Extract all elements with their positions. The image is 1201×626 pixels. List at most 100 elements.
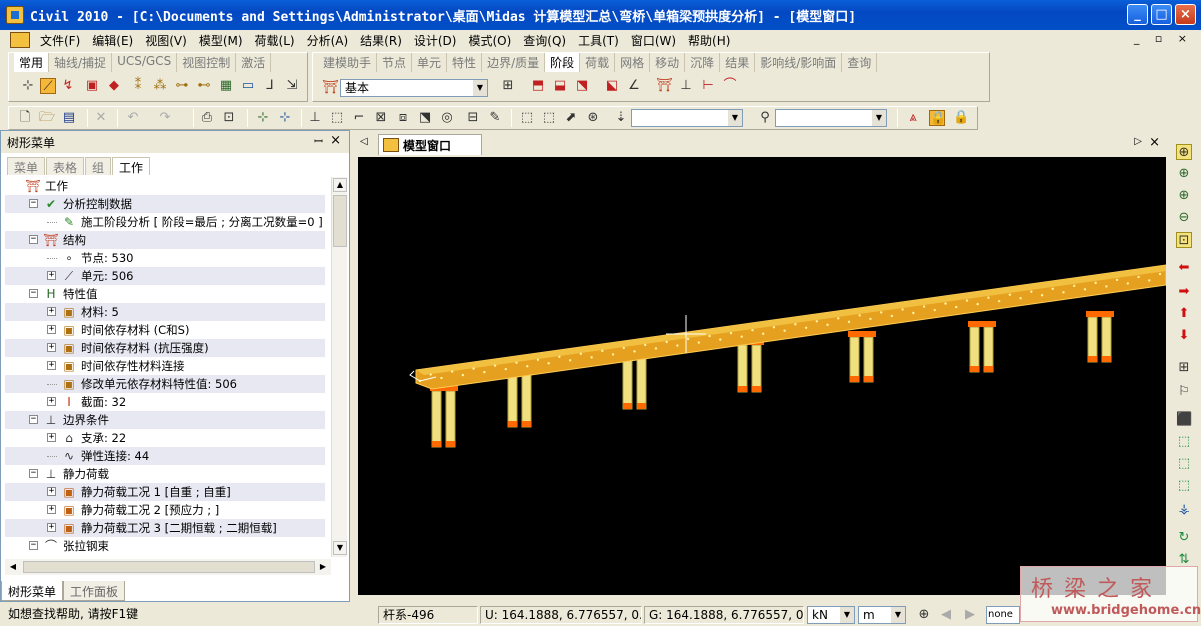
- tab-element[interactable]: 单元: [412, 53, 448, 72]
- expand-toggle-icon[interactable]: +: [47, 271, 56, 280]
- select-single-icon[interactable]: ⊹: [255, 110, 271, 126]
- zoom-icon[interactable]: ⊟: [465, 110, 481, 126]
- tree-node[interactable]: + ▣ 时间依存材料 (C和S): [5, 321, 325, 339]
- tree-node[interactable]: ⛩ 工作: [5, 177, 325, 195]
- stage-boundary-icon[interactable]: ⊥: [678, 78, 694, 94]
- pointer-icon[interactable]: ⇣: [613, 110, 629, 126]
- tab-view-control[interactable]: 视图控制: [177, 53, 237, 72]
- pan-up-icon[interactable]: ⬆: [1176, 306, 1192, 322]
- tree-node[interactable]: + ▣ 材料: 5: [5, 303, 325, 321]
- flag-icon[interactable]: ⚐: [1176, 384, 1192, 400]
- hidden-icon[interactable]: ⊷: [196, 78, 212, 94]
- shrink-icon[interactable]: ⊶: [174, 78, 190, 94]
- stage-next-icon[interactable]: ⬔: [574, 78, 590, 94]
- close-icon[interactable]: ×: [1149, 135, 1160, 150]
- scroll-left-icon[interactable]: ◀: [6, 560, 20, 574]
- tab-activate[interactable]: 激活: [236, 53, 272, 72]
- pin-icon[interactable]: ꟷ: [314, 134, 323, 149]
- tab-stage[interactable]: 阶段: [545, 53, 581, 72]
- node-number-icon[interactable]: ⁑: [130, 78, 146, 94]
- mdi-controls[interactable]: _ ▫ ×: [1134, 32, 1193, 45]
- monitor-icon[interactable]: ▭: [240, 78, 256, 94]
- next-icon[interactable]: ▶: [962, 607, 978, 623]
- select-plane-icon[interactable]: ⬈: [563, 110, 579, 126]
- expand-toggle-icon[interactable]: +: [47, 343, 56, 352]
- view-back-cube-icon[interactable]: ⬚: [1176, 434, 1192, 450]
- expand-toggle-icon[interactable]: −: [29, 235, 38, 244]
- stage-combo[interactable]: 基本 ▼: [340, 79, 488, 97]
- expand-toggle-icon[interactable]: +: [47, 361, 56, 370]
- tree-node[interactable]: ✎ 施工阶段分析 [ 阶段=最后 ; 分离工况数量=0 ]: [5, 213, 325, 231]
- print-preview-icon[interactable]: ⊡: [221, 110, 237, 126]
- node-combo[interactable]: ▼: [775, 109, 887, 127]
- scroll-down-icon[interactable]: ▼: [333, 541, 347, 555]
- tree-node[interactable]: − ⊥ 边界条件: [5, 411, 325, 429]
- tab-influence[interactable]: 影响线/影响面: [755, 53, 843, 72]
- prev-icon[interactable]: ◀: [938, 607, 954, 623]
- expand-toggle-icon[interactable]: −: [29, 415, 38, 424]
- tree-node[interactable]: + ▣ 时间依存性材料连接: [5, 357, 325, 375]
- expand-toggle-icon[interactable]: +: [47, 397, 56, 406]
- chevron-down-icon[interactable]: ▼: [473, 80, 487, 96]
- menu-edit[interactable]: 编辑(E): [86, 32, 139, 49]
- tab-tree-menu[interactable]: 树形菜单: [1, 581, 64, 601]
- menu-analysis[interactable]: 分析(A): [301, 32, 355, 49]
- menu-load[interactable]: 荷载(L): [249, 32, 301, 49]
- more-icon[interactable]: ⇲: [284, 78, 300, 94]
- scroll-up-icon[interactable]: ▲: [333, 178, 347, 192]
- chevron-down-icon[interactable]: ▼: [840, 607, 854, 623]
- tab-scroll-right-icon[interactable]: ▷: [1134, 136, 1142, 147]
- tree-node[interactable]: ▣ 修改单元依存材料特性值: 506: [5, 375, 325, 393]
- minimize-button[interactable]: _: [1127, 4, 1148, 25]
- tab-scroll-left-icon[interactable]: ◁: [360, 136, 368, 147]
- layer-icon[interactable]: ◆: [106, 78, 122, 94]
- expand-toggle-icon[interactable]: −: [29, 469, 38, 478]
- tree-node[interactable]: + ▣ 静力荷载工况 2 [预应力 ; ]: [5, 501, 325, 519]
- tab-work-panel[interactable]: 工作面板: [63, 581, 126, 601]
- stage-edit-icon[interactable]: ⊞: [500, 78, 516, 94]
- menu-query[interactable]: 查询(Q): [517, 32, 572, 49]
- refresh-icon[interactable]: ◎: [439, 110, 455, 126]
- tree-node[interactable]: − H 特性值: [5, 285, 325, 303]
- tree-node[interactable]: + ⌂ 支承: 22: [5, 429, 325, 447]
- view-3d-icon[interactable]: ⧈: [395, 110, 411, 126]
- view-iso-cube-icon[interactable]: ⬚: [1176, 478, 1192, 494]
- axis-icon[interactable]: ⚶: [1176, 502, 1192, 518]
- tree-node[interactable]: + ▣ 静力荷载工况 1 [自重 ; 自重]: [5, 483, 325, 501]
- box-select-icon[interactable]: ▣: [84, 78, 100, 94]
- delete-icon[interactable]: ✕: [93, 110, 109, 126]
- zoom-out-icon[interactable]: ⊖: [1176, 210, 1192, 226]
- pan-right-icon[interactable]: ➡: [1176, 284, 1192, 300]
- tab-modeling-assistant[interactable]: 建模助手: [318, 53, 378, 72]
- stage-prev-icon[interactable]: ⬒: [530, 78, 546, 94]
- view-iso-icon[interactable]: ⬚: [329, 110, 345, 126]
- tree-node[interactable]: + I 截面: 32: [5, 393, 325, 411]
- menu-mode[interactable]: 模式(O): [462, 32, 517, 49]
- group-combo[interactable]: ▼: [631, 109, 743, 127]
- display-icon[interactable]: ▦: [218, 78, 234, 94]
- redo-icon[interactable]: ↷: [157, 110, 173, 126]
- scroll-right-icon[interactable]: ▶: [316, 560, 330, 574]
- print-icon[interactable]: ⎙: [199, 110, 215, 126]
- expand-toggle-icon[interactable]: +: [47, 487, 56, 496]
- lock-disabled-icon[interactable]: 🔒: [953, 110, 969, 126]
- tab-axis-snap[interactable]: 轴线/捕捉: [49, 53, 113, 72]
- menu-model[interactable]: 模型(M): [193, 32, 249, 49]
- select-all-icon[interactable]: ⊛: [585, 110, 601, 126]
- expand-toggle-icon[interactable]: −: [29, 289, 38, 298]
- chevron-down-icon[interactable]: ▼: [728, 110, 742, 126]
- close-button[interactable]: ×: [1175, 4, 1196, 25]
- tree-node[interactable]: − ⌒ 张拉钢束: [5, 537, 325, 555]
- undo-icon[interactable]: ↶: [125, 110, 141, 126]
- pan-icon[interactable]: ✎: [487, 110, 503, 126]
- tab-work[interactable]: 工作: [112, 157, 151, 175]
- menu-design[interactable]: 设计(D): [408, 32, 463, 49]
- tab-table[interactable]: 表格: [46, 157, 85, 175]
- select-node-icon[interactable]: ⬚: [519, 110, 535, 126]
- maximize-button[interactable]: □: [1151, 4, 1172, 25]
- boundary-icon[interactable]: ⩓: [905, 110, 921, 126]
- model-viewport[interactable]: [358, 157, 1166, 595]
- tab-load[interactable]: 荷载: [580, 53, 616, 72]
- chevron-down-icon[interactable]: ▼: [872, 110, 886, 126]
- tree-hscrollbar[interactable]: ◀ ▶: [5, 559, 331, 575]
